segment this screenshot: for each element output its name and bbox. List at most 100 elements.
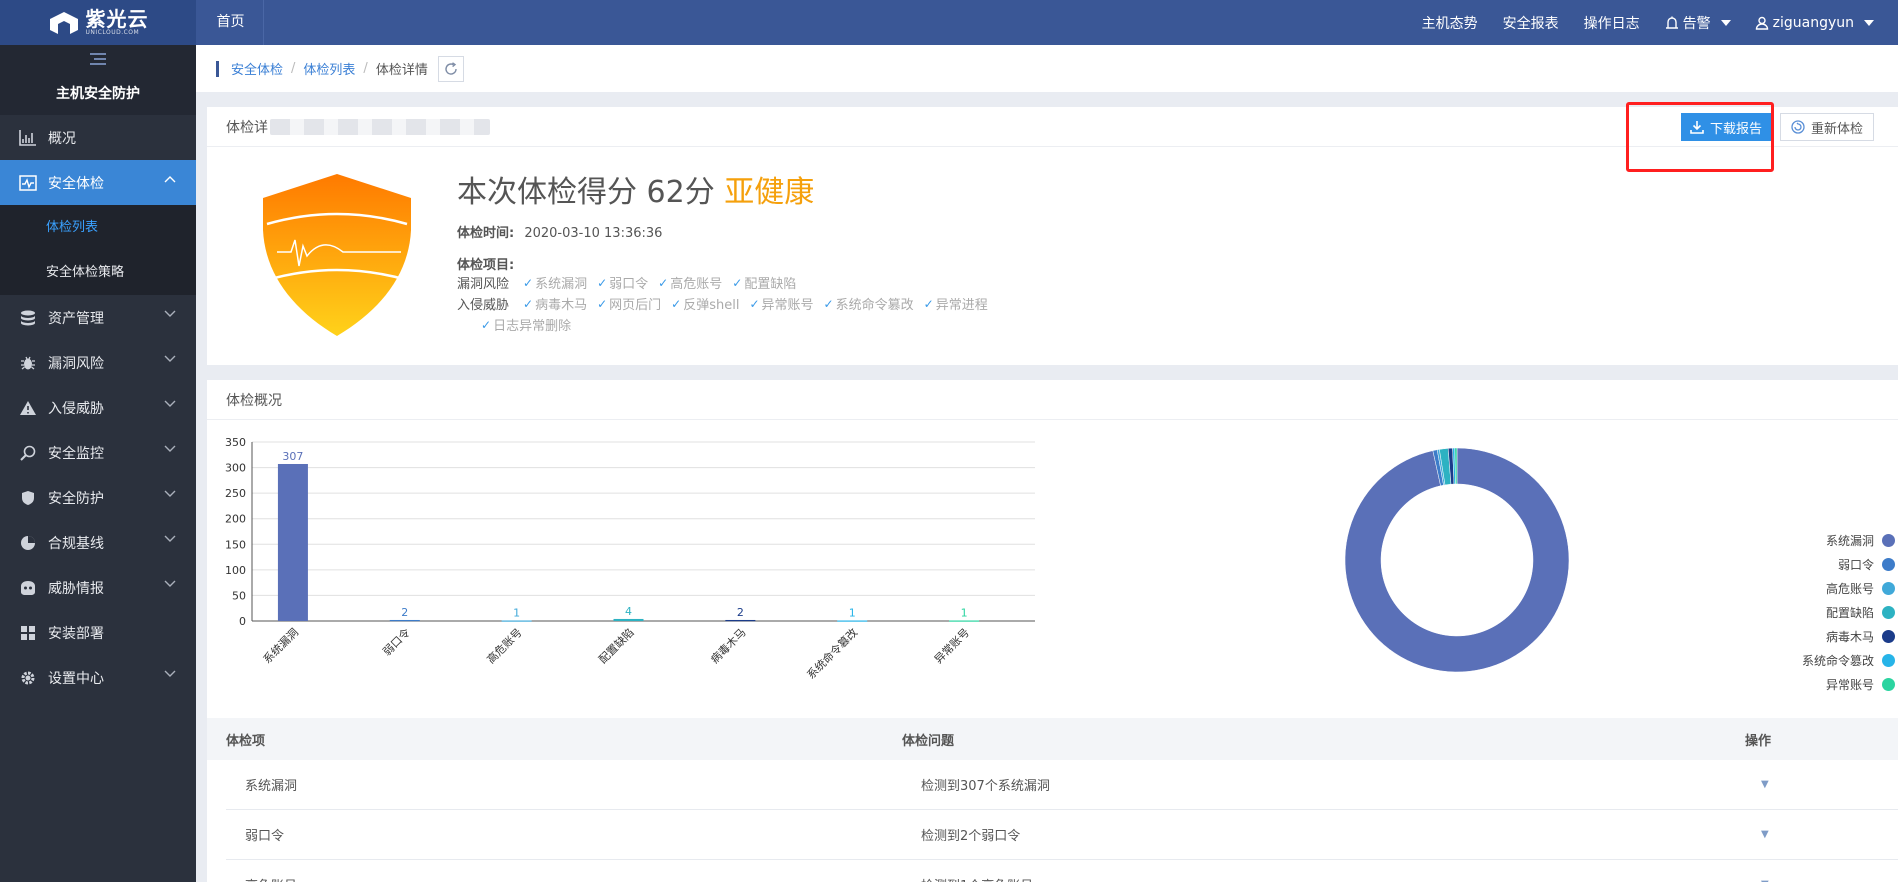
expand-caret-icon[interactable]: ▼ xyxy=(1761,779,1769,790)
bar[interactable] xyxy=(837,620,868,622)
score-text: 本次体检得分 62分 xyxy=(457,175,715,210)
legend-swatch xyxy=(1882,677,1895,691)
sidebar-subitem-check-list[interactable]: 体检列表 xyxy=(0,205,196,250)
check-item: ✓ 系统漏洞 xyxy=(523,273,587,293)
table-header: 体检项 体检问题 操作 xyxy=(207,718,1898,760)
sidebar-item-security-check[interactable]: 安全体检 xyxy=(0,160,196,205)
row-item: 系统漏洞 xyxy=(245,779,298,794)
sidebar-item-security-protection[interactable]: 安全防护 xyxy=(0,475,196,520)
sidebar-item-asset-management[interactable]: 资产管理 xyxy=(0,295,196,340)
chevron-down-icon xyxy=(164,445,176,452)
overview-charts: 0 50 100 150 200 250 300 350 307 系统漏洞 2 弱口令 1 高危账号 4 配置… xyxy=(207,420,1898,740)
check-item-label: 反弹shell xyxy=(683,298,740,313)
obscured-title-block xyxy=(270,118,490,135)
sidebar-toggle[interactable] xyxy=(0,45,196,73)
bar[interactable] xyxy=(277,463,308,621)
legend-label: 病毒木马 xyxy=(1825,629,1874,644)
legend-item[interactable]: 系统漏洞 xyxy=(1747,528,1895,552)
breadcrumb-check-list[interactable]: 体检列表 xyxy=(303,59,355,78)
chevron-down-icon xyxy=(164,535,176,542)
bar-value-label: 2 xyxy=(737,606,744,619)
breadcrumb-security-check[interactable]: 安全体检 xyxy=(231,59,283,78)
check-icon: ✓ xyxy=(923,296,934,311)
sidebar-item-settings-center[interactable]: 设置中心 xyxy=(0,655,196,700)
legend-swatch xyxy=(1882,605,1895,619)
sidebar-item-security-monitor[interactable]: 安全监控 xyxy=(0,430,196,475)
grid-icon xyxy=(18,623,38,643)
check-time-label: 体检时间: xyxy=(457,226,515,241)
y-tick-label: 300 xyxy=(225,462,246,475)
legend-item[interactable]: 系统命令篡改 xyxy=(1747,648,1895,672)
check-item: ✓ 高危账号 xyxy=(658,273,723,293)
legend-item[interactable]: 弱口令 xyxy=(1747,552,1895,576)
check-row: ✓ 日志异常删除 xyxy=(471,315,571,335)
column-header-item: 体检项 xyxy=(226,733,266,749)
chevron-down-icon xyxy=(164,310,176,317)
sidebar-item-label: 安全体检 xyxy=(48,175,104,192)
check-item: ✓ 异常账号 xyxy=(749,294,814,314)
recheck-button[interactable]: 重新体检 xyxy=(1780,113,1874,141)
sidebar-item-compliance-baseline[interactable]: 合规基线 xyxy=(0,520,196,565)
check-item: ✓ 反弹shell xyxy=(671,294,740,314)
nav-operation-log[interactable]: 操作日志 xyxy=(1584,13,1640,33)
legend-item[interactable]: 配置缺陷 xyxy=(1747,600,1895,624)
caret-down-icon xyxy=(1720,19,1731,26)
download-report-button[interactable]: 下载报告 xyxy=(1681,113,1771,141)
breadcrumb-current: 体检详情 xyxy=(375,63,428,78)
bar[interactable] xyxy=(389,619,420,622)
download-report-label: 下载报告 xyxy=(1709,121,1762,137)
nav-home[interactable]: 首页 xyxy=(198,0,264,45)
legend-item[interactable]: 异常账号 xyxy=(1747,672,1895,696)
chevron-down-icon xyxy=(164,490,176,497)
check-icon: ✓ xyxy=(823,296,834,311)
check-item: ✓ 配置缺陷 xyxy=(732,273,796,293)
chevron-down-icon xyxy=(164,355,176,362)
logo[interactable]: 紫光云 UNICLOUD.COM xyxy=(0,0,196,45)
sidebar-subitem-check-policy[interactable]: 安全体检策略 xyxy=(0,250,196,295)
chevron-down-icon xyxy=(164,400,176,407)
sidebar-item-label: 概况 xyxy=(48,130,76,147)
sidebar-item-intrusion-threat[interactable]: 入侵威胁 xyxy=(0,385,196,430)
y-tick-label: 200 xyxy=(225,513,246,526)
column-header-action: 操作 xyxy=(1745,733,1772,749)
check-item-label: 异常账号 xyxy=(761,298,814,313)
sidebar-item-label: 入侵威胁 xyxy=(48,400,104,417)
check-item-label: 高危账号 xyxy=(670,277,723,292)
download-icon xyxy=(1690,121,1704,134)
sidebar-item-overview[interactable]: 概况 xyxy=(0,115,196,160)
legend-item[interactable]: 病毒木马 xyxy=(1747,624,1895,648)
sidebar-item-threat-intelligence[interactable]: 威胁情报 xyxy=(0,565,196,610)
expand-caret-icon[interactable]: ▼ xyxy=(1761,829,1769,840)
bar[interactable] xyxy=(501,620,532,622)
sidebar-item-install-deploy[interactable]: 安装部署 xyxy=(0,610,196,655)
check-detail-panel: 体检详 下载报告 重新体检 本次体检得分 62分 亚健康 体检时间: 2020-… xyxy=(207,107,1898,365)
row-issue: 检测到307个系统漏洞 xyxy=(921,779,1050,794)
bug-icon xyxy=(18,353,38,373)
check-icon: ✓ xyxy=(749,296,760,311)
alarm-icon xyxy=(1665,16,1678,29)
nav-security-report[interactable]: 安全报表 xyxy=(1503,13,1559,33)
row-item: 弱口令 xyxy=(245,829,285,844)
alarm-menu[interactable]: 告警 xyxy=(1665,13,1731,33)
menu-icon xyxy=(90,53,106,65)
sidebar-item-label: 资产管理 xyxy=(48,310,104,327)
bar[interactable] xyxy=(949,620,980,622)
bar[interactable] xyxy=(613,618,644,621)
caret-down-icon xyxy=(1864,19,1874,26)
bar[interactable] xyxy=(725,619,756,622)
row-issue: 检测到2个弱口令 xyxy=(921,829,1021,844)
check-icon: ✓ xyxy=(523,296,534,311)
legend-item[interactable]: 高危账号 xyxy=(1747,576,1895,600)
refresh-button[interactable] xyxy=(437,55,464,82)
x-tick-label: 高危账号 xyxy=(484,625,525,666)
sidebar-item-vulnerability-risk[interactable]: 漏洞风险 xyxy=(0,340,196,385)
warning-icon xyxy=(18,398,38,418)
user-menu[interactable]: ziguangyun xyxy=(1755,15,1874,31)
table-row: 弱口令 检测到2个弱口令 ▼ xyxy=(226,810,1898,860)
chevron-up-icon xyxy=(164,176,176,183)
y-tick-label: 50 xyxy=(232,589,246,602)
nav-host-posture[interactable]: 主机态势 xyxy=(1422,13,1478,33)
bar-value-label: 307 xyxy=(282,450,303,463)
y-tick-label: 0 xyxy=(239,615,246,628)
legend-label: 弱口令 xyxy=(1837,557,1874,572)
